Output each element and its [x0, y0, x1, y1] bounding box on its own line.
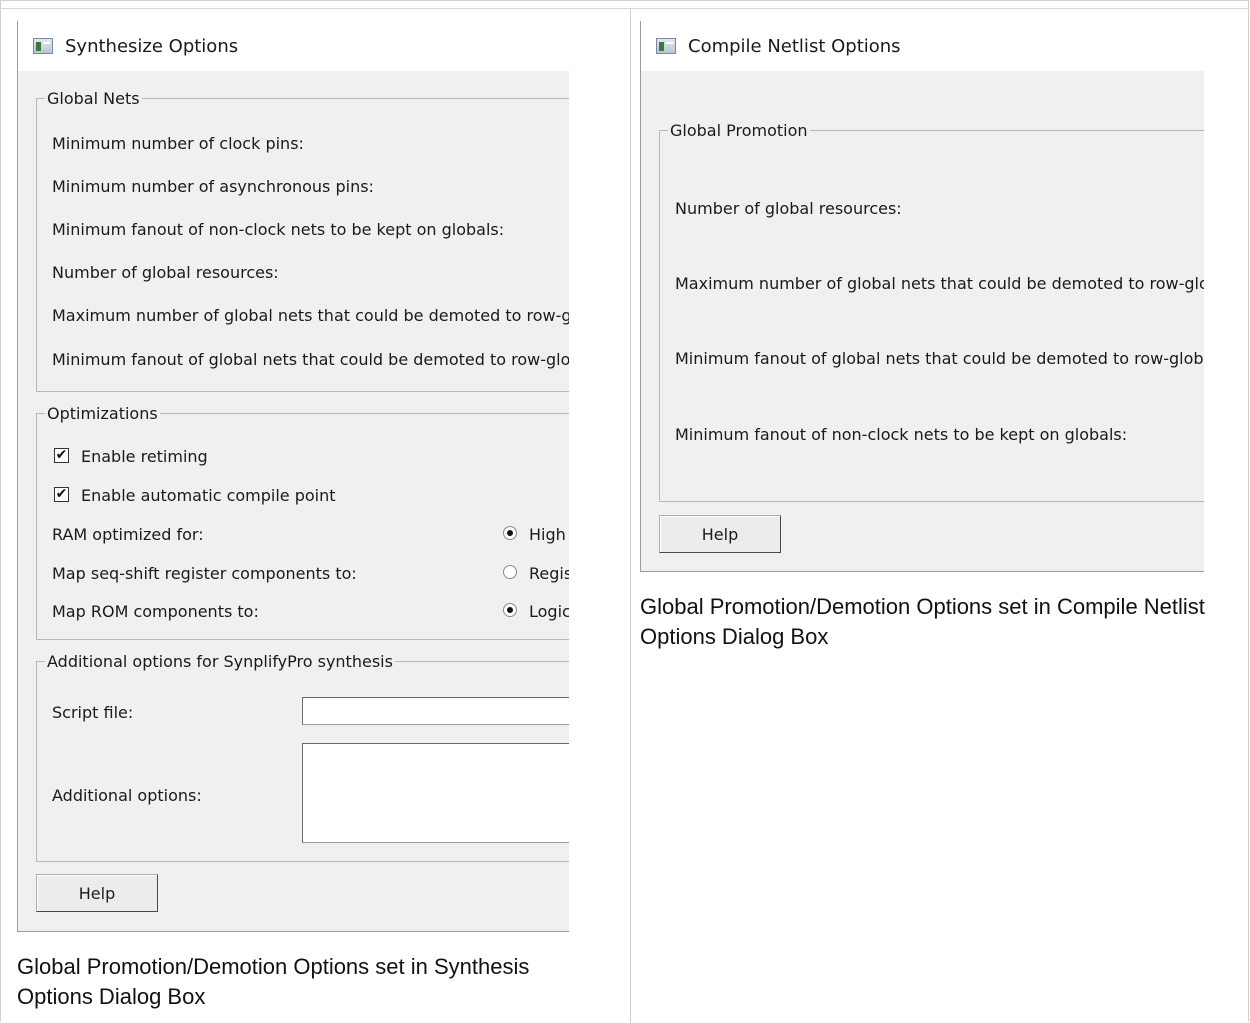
- rom-logic-option[interactable]: Logic: [529, 602, 569, 621]
- min-clock-pins-label: Minimum number of clock pins:: [52, 134, 304, 153]
- enable-compile-point-checkbox[interactable]: ✔: [54, 487, 69, 502]
- min-fanout-demoted-label: Minimum fanout of global nets that could…: [52, 350, 569, 369]
- min-async-pins-label: Minimum number of asynchronous pins:: [52, 177, 374, 196]
- num-global-resources-label: Number of global resources:: [675, 199, 902, 218]
- min-fanout-nonclock-label: Minimum fanout of non-clock nets to be k…: [52, 220, 505, 239]
- help-button[interactable]: Help: [36, 874, 158, 912]
- compile-caption: Global Promotion/Demotion Options set in…: [640, 594, 1205, 649]
- dialog-title-bar: Compile Netlist Options: [641, 21, 1204, 71]
- compile-netlist-options-dialog: Compile Netlist Options Global Promotion…: [640, 21, 1204, 572]
- dialog-title-bar: Synthesize Options: [18, 21, 569, 71]
- rom-logic-radio[interactable]: [503, 603, 517, 617]
- top-rule: [0, 8, 1250, 9]
- seqshift-register-radio[interactable]: [503, 565, 517, 579]
- min-fanout-demoted-label: Minimum fanout of global nets that could…: [675, 349, 1204, 368]
- additional-options-label: Additional options:: [52, 786, 202, 805]
- enable-compile-point-label[interactable]: Enable automatic compile point: [81, 486, 336, 505]
- dialog-title: Compile Netlist Options: [688, 35, 901, 57]
- global-promotion-legend: Global Promotion: [670, 121, 808, 140]
- script-file-input[interactable]: [302, 697, 569, 725]
- column-divider: [630, 8, 631, 1023]
- global-promotion-group: Global Promotion: [659, 121, 1204, 502]
- enable-retiming-checkbox[interactable]: ✔: [54, 448, 69, 463]
- max-demoted-nets-label: Maximum number of global nets that could…: [52, 306, 569, 325]
- app-window-icon: [33, 38, 53, 54]
- app-window-icon: [656, 38, 676, 54]
- num-global-resources-label: Number of global resources:: [52, 263, 279, 282]
- additional-options-textarea[interactable]: [302, 743, 569, 843]
- max-demoted-nets-label: Maximum number of global nets that could…: [675, 274, 1204, 293]
- synthesis-caption: Global Promotion/Demotion Options set in…: [17, 954, 530, 1009]
- help-button[interactable]: Help: [659, 515, 781, 553]
- optimizations-legend: Optimizations: [47, 404, 158, 423]
- rom-label: Map ROM components to:: [52, 602, 259, 621]
- ram-high-radio[interactable]: [503, 526, 517, 540]
- script-file-label: Script file:: [52, 703, 134, 722]
- min-fanout-nonclock-label: Minimum fanout of non-clock nets to be k…: [675, 425, 1128, 444]
- ram-high-option[interactable]: High: [529, 525, 566, 544]
- additional-options-legend: Additional options for SynplifyPro synth…: [47, 652, 393, 671]
- global-nets-legend: Global Nets: [47, 89, 140, 108]
- enable-retiming-label[interactable]: Enable retiming: [81, 447, 208, 466]
- dialog-title: Synthesize Options: [65, 35, 239, 57]
- seqshift-label: Map seq-shift register components to:: [52, 564, 357, 583]
- seqshift-register-option[interactable]: Regis: [529, 564, 569, 583]
- synthesize-options-dialog: Synthesize Options Global Nets Minimum n…: [17, 21, 569, 932]
- ram-optimized-label: RAM optimized for:: [52, 525, 204, 544]
